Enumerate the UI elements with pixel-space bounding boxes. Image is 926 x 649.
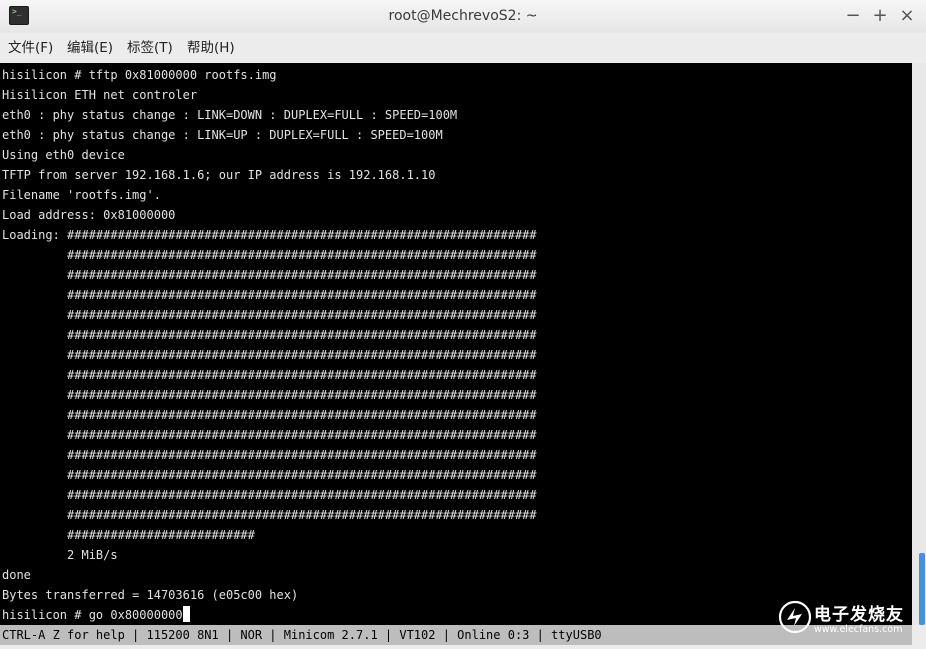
terminal-line-text: ########################################… [2,328,537,342]
terminal-line: ########################################… [2,245,537,265]
terminal-line: ########################################… [2,265,537,285]
terminal-cursor [182,606,190,622]
terminal-line-text: ########################################… [2,368,537,382]
terminal-line: ########################################… [2,345,537,365]
terminal-line: ########################################… [2,445,537,465]
terminal-line: Using eth0 device [2,145,125,165]
elecfans-logo-icon [778,600,812,634]
terminal-line-text: TFTP from server 192.168.1.6; our IP add… [2,168,436,182]
terminal-line-text: ########################################… [2,348,537,362]
terminal-line-text: Bytes transferred = 14703616 (e05c00 hex… [2,588,299,602]
terminal-line-text: Filename 'rootfs.img'. [2,188,161,202]
terminal-line: eth0 : phy status change : LINK=DOWN : D… [2,105,457,125]
terminal-line: ########################################… [2,285,537,305]
window-title: root@MechrevoS2: ~ [388,8,538,24]
terminal-line: ########################################… [2,505,537,525]
terminal-line-text: ########################################… [2,288,537,302]
terminal-line-text: ########################################… [2,268,537,282]
terminal-line-text: Hisilicon ETH net controler [2,88,198,102]
terminal-line: ########################################… [2,465,537,485]
terminal-line: ########################################… [2,485,537,505]
terminal-line: hisilicon # go 0x80000000 [2,605,190,625]
menu-help[interactable]: 帮助(H) [187,33,235,63]
terminal-line: eth0 : phy status change : LINK=UP : DUP… [2,125,443,145]
terminal-line-text: Load address: 0x81000000 [2,208,176,222]
status-text: CTRL-A Z for help | 115200 8N1 | NOR | M… [2,628,602,642]
terminal-line-text: eth0 : phy status change : LINK=DOWN : D… [2,108,458,122]
terminal-line-text: Loading: ###############################… [2,228,537,242]
terminal-line-text: ########################################… [2,468,537,482]
terminal-line: ########################################… [2,425,537,445]
close-button[interactable]: × [895,4,919,28]
window-bottom-edge [0,645,926,649]
terminal-line: Hisilicon ETH net controler [2,85,197,105]
terminal-line-text: ########################################… [2,308,537,322]
menu-bar: 文件(F) 编辑(E) 标签(T) 帮助(H) [0,33,926,63]
title-bar[interactable]: >_ root@MechrevoS2: ~ − + × [0,0,926,33]
terminal-line-text: ########################################… [2,448,537,462]
scrollbar-thumb[interactable] [919,553,925,625]
terminal-line-text: ########################## [2,528,255,542]
menu-edit[interactable]: 编辑(E) [67,33,113,63]
menu-tabs[interactable]: 标签(T) [127,33,173,63]
terminal-line: 2 MiB/s [2,545,118,565]
terminal-line-text: ########################################… [2,388,537,402]
watermark: 电子发烧友 www.elecfans.com [776,596,916,640]
terminal-line-text: ########################################… [2,508,537,522]
terminal-line-text: eth0 : phy status change : LINK=UP : DUP… [2,128,443,142]
terminal-line: Filename 'rootfs.img'. [2,185,161,205]
terminal-line: ########################## [2,525,255,545]
terminal-line: done [2,565,31,585]
watermark-url: www.elecfans.com [814,624,903,635]
terminal-line: Load address: 0x81000000 [2,205,175,225]
terminal-line: ########################################… [2,385,537,405]
terminal-window: >_ root@MechrevoS2: ~ − + × 文件(F) 编辑(E) … [0,0,926,649]
terminal-line-text: hisilicon # tftp 0x81000000 rootfs.img [2,68,277,82]
maximize-button[interactable]: + [868,4,892,28]
terminal-line: ########################################… [2,305,537,325]
terminal-output[interactable]: hisilicon # tftp 0x81000000 rootfs.img Hi… [0,63,912,625]
terminal-line: ########################################… [2,405,537,425]
menu-file[interactable]: 文件(F) [8,33,53,63]
terminal-line-text: 2 MiB/s [2,548,118,562]
terminal-line: TFTP from server 192.168.1.6; our IP add… [2,165,435,185]
terminal-line: ########################################… [2,365,537,385]
terminal-line-text: Using eth0 device [2,148,125,162]
terminal-line: hisilicon # tftp 0x81000000 rootfs.img [2,65,277,85]
scrollbar-track[interactable] [912,63,926,625]
terminal-line-text: ########################################… [2,408,537,422]
terminal-line: Loading: ###############################… [2,225,537,245]
terminal-line: Bytes transferred = 14703616 (e05c00 hex… [2,585,298,605]
minimize-button[interactable]: − [841,4,865,28]
terminal-line-text: ########################################… [2,248,537,262]
terminal-line-text: ########################################… [2,428,537,442]
terminal-line-text: done [2,568,31,582]
terminal-line: ########################################… [2,325,537,345]
terminal-line-text: hisilicon # go 0x80000000 [2,608,183,622]
terminal-line-text: ########################################… [2,488,537,502]
watermark-title: 电子发烧友 [814,605,904,625]
